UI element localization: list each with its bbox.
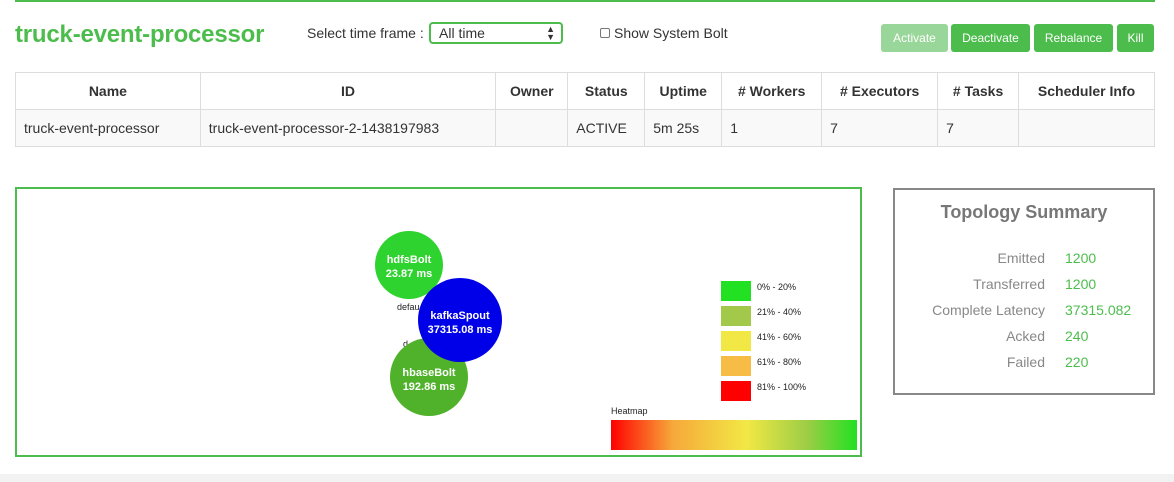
legend-swatch-21-40 [721, 306, 751, 326]
column-header-executors[interactable]: # Executors [821, 72, 939, 110]
system-bolt-label: Show System Bolt [614, 25, 728, 41]
header-top-rule [15, 0, 1155, 2]
summary-value-complete-latency: 37315.082 [1065, 302, 1132, 318]
heatmap-label: Heatmap [611, 406, 648, 416]
table-row: truck-event-processor truck-event-proces… [15, 109, 1155, 147]
cell-owner [495, 109, 569, 147]
column-header-name[interactable]: Name [15, 72, 201, 110]
legend-label-41-60: 41% - 60% [757, 332, 801, 342]
summary-value-failed: 220 [1065, 354, 1089, 370]
legend-label-21-40: 21% - 40% [757, 307, 801, 317]
legend-swatch-0-20 [721, 281, 751, 301]
kill-button[interactable]: Kill [1117, 24, 1154, 52]
summary-label-acked: Acked [1006, 328, 1045, 344]
summary-row-complete-latency: Complete Latency 37315.082 [895, 302, 1153, 320]
summary-row-transferred: Transferred 1200 [895, 276, 1153, 294]
topology-summary-title: Topology Summary [940, 202, 1108, 222]
column-header-scheduler-info[interactable]: Scheduler Info [1018, 72, 1155, 110]
summary-row-acked: Acked 240 [895, 328, 1153, 346]
legend-swatch-41-60 [721, 331, 751, 351]
column-header-uptime[interactable]: Uptime [644, 72, 723, 110]
node-kafkaspout-name: kafkaSpout [430, 310, 490, 322]
legend-swatch-81-100 [721, 381, 751, 401]
timeframe-selected-value: All time [439, 25, 485, 41]
column-header-tasks[interactable]: # Tasks [937, 72, 1020, 110]
show-system-bolt-toggle[interactable]: Show System Bolt [600, 25, 728, 41]
heat-legend: 0% - 20% 21% - 40% 41% - 60% 61% - 80% 8… [721, 281, 806, 401]
footer-band [0, 474, 1174, 482]
summary-row-failed: Failed 220 [895, 354, 1153, 372]
cell-scheduler-info [1018, 109, 1155, 147]
topology-graph-canvas: hdfsBolt 23.87 ms defau d hbaseBolt 192.… [375, 231, 857, 450]
legend-label-81-100: 81% - 100% [757, 382, 806, 392]
system-bolt-checkbox[interactable] [600, 28, 610, 38]
rebalance-button[interactable]: Rebalance [1034, 24, 1113, 52]
cell-status: ACTIVE [567, 109, 646, 147]
topology-summary-panel: Topology Summary Emitted 1200 Transferre… [893, 188, 1155, 395]
legend-swatch-61-80 [721, 356, 751, 376]
summary-label-failed: Failed [1006, 354, 1045, 370]
activate-button[interactable]: Activate [881, 24, 948, 52]
timeframe-label: Select time frame : [307, 25, 424, 41]
summary-value-emitted: 1200 [1065, 250, 1097, 266]
cell-executors: 7 [821, 109, 939, 147]
summary-value-acked: 240 [1065, 328, 1089, 344]
table-header-row: Name ID Owner Status Uptime # Workers # … [15, 72, 1155, 110]
node-kafkaspout[interactable]: kafkaSpout 37315.08 ms [418, 278, 502, 362]
cell-tasks: 7 [937, 109, 1020, 147]
summary-row-emitted: Emitted 1200 [895, 250, 1153, 268]
deactivate-button[interactable]: Deactivate [951, 24, 1030, 52]
cell-id: truck-event-processor-2-1438197983 [199, 109, 497, 147]
topology-graph[interactable]: hdfsBolt 23.87 ms defau d hbaseBolt 192.… [15, 187, 862, 457]
cell-uptime: 5m 25s [644, 109, 723, 147]
summary-label-emitted: Emitted [997, 250, 1045, 266]
column-header-workers[interactable]: # Workers [721, 72, 823, 110]
summary-label-transferred: Transferred [973, 276, 1045, 292]
summary-value-transferred: 1200 [1065, 276, 1097, 292]
heatmap-gradient-bar [611, 420, 857, 450]
timeframe-select[interactable]: All time ▲ ▼ [429, 22, 563, 44]
select-arrows-icon: ▲ ▼ [546, 24, 555, 42]
column-header-id[interactable]: ID [199, 72, 497, 110]
node-hbasebolt-latency: 192.86 ms [403, 381, 456, 393]
cell-name: truck-event-processor [15, 109, 201, 147]
page-title: truck-event-processor [15, 21, 265, 48]
cell-workers: 1 [721, 109, 823, 147]
column-header-status[interactable]: Status [567, 72, 646, 110]
node-kafkaspout-latency: 37315.08 ms [428, 324, 493, 336]
node-hbasebolt-name: hbaseBolt [402, 367, 456, 379]
edge-label-default-hdfs: defau [397, 302, 420, 312]
legend-label-61-80: 61% - 80% [757, 357, 801, 367]
node-hdfsbolt-name: hdfsBolt [387, 254, 432, 266]
node-hdfsbolt-latency: 23.87 ms [386, 268, 432, 280]
topology-table: Name ID Owner Status Uptime # Workers # … [15, 72, 1155, 147]
column-header-owner[interactable]: Owner [495, 72, 569, 110]
summary-label-complete-latency: Complete Latency [932, 302, 1045, 318]
legend-label-0-20: 0% - 20% [757, 282, 796, 292]
